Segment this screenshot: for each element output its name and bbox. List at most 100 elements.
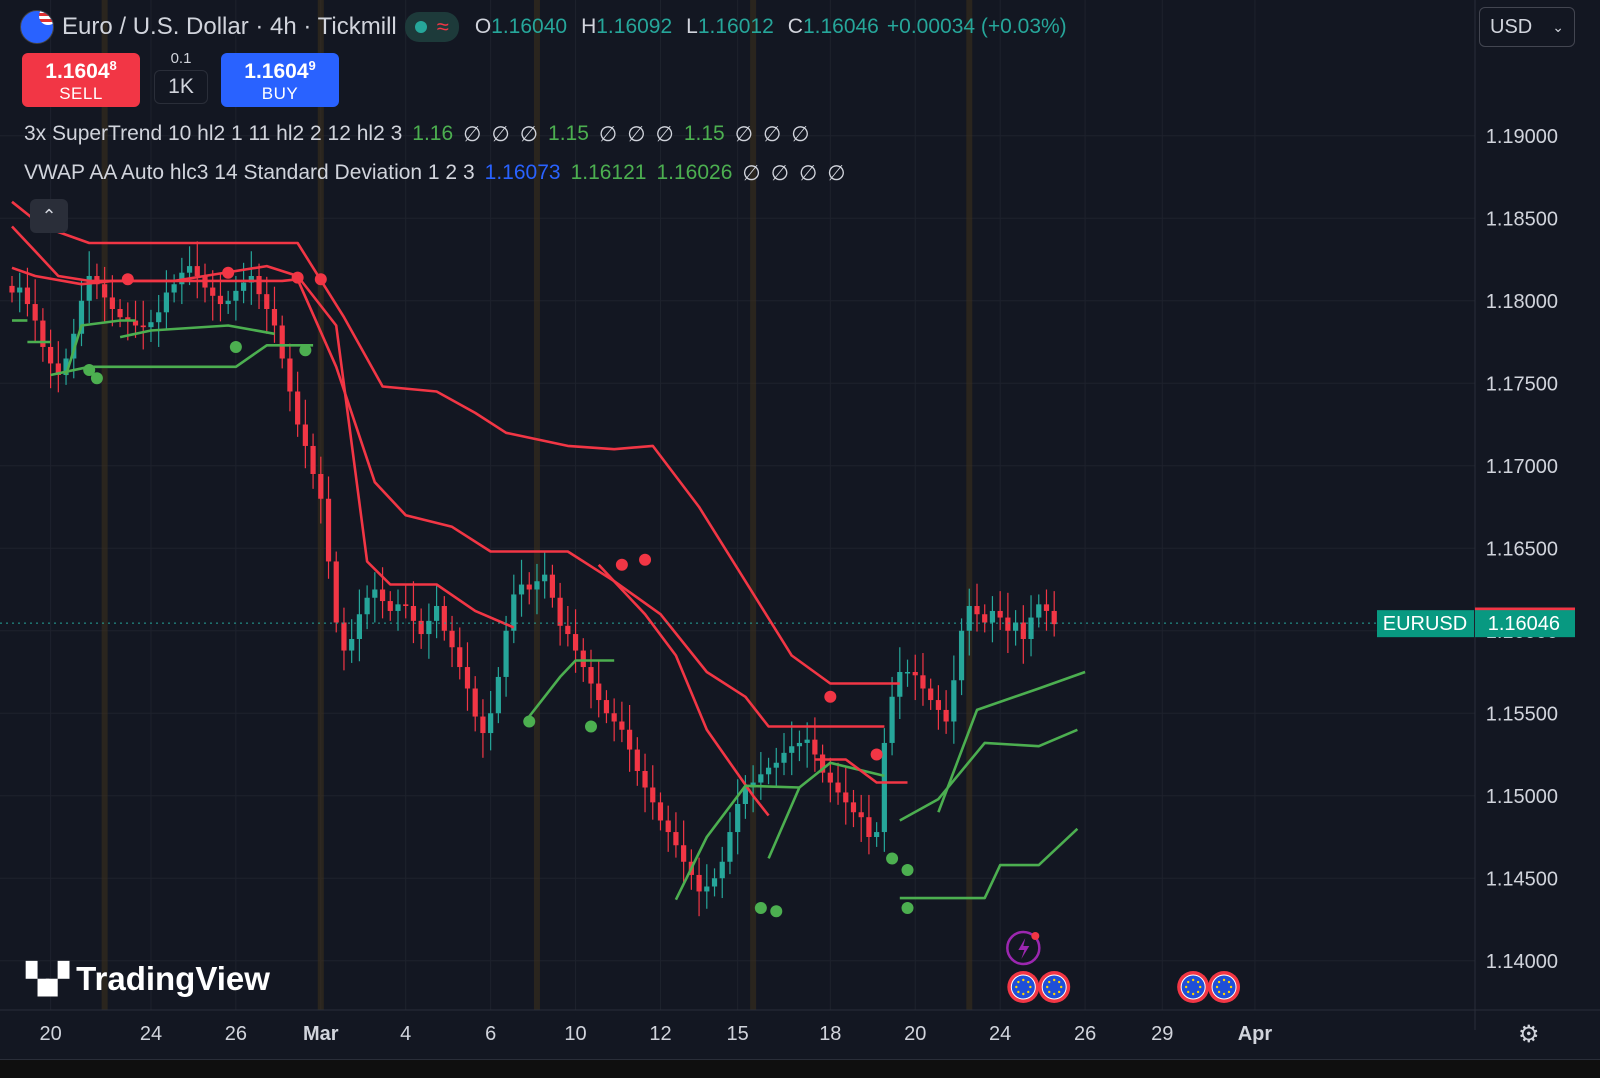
eu-star [1184,985,1188,989]
currency-select[interactable]: USD ⌄ [1479,7,1575,47]
indicator-value: 1.15 [548,122,589,145]
symbol-label: EURUSD [1383,613,1467,635]
eu-star [1060,985,1063,989]
candle-body [1013,622,1019,631]
candle-body [217,295,224,305]
candle-body [341,622,347,651]
signal-dot-down [870,748,883,761]
candle-body [24,287,31,305]
ohlc-value: 1.16046 [802,15,879,38]
time-tick-label: 20 [39,1023,61,1045]
indicator-value: 1.16026 [656,161,733,184]
candle-body [488,713,494,734]
indicator-vwap[interactable]: VWAP AA Auto hlc3 14 Standard Deviation … [24,161,846,186]
candle-body [843,792,849,803]
eu-star [1015,985,1018,989]
candle-body [904,672,911,674]
candle-body [526,584,532,590]
candle-body [665,820,671,833]
time-axis: 8202426Mar461012151820242629Apr [0,1009,1600,1045]
signal-dot-up [901,901,914,914]
supertrend-lines [11,200,1086,901]
candle-body [681,845,687,862]
ohlc-values: O1.16040 H1.16092 L1.16012 C1.16046 [475,15,879,39]
candle-body [503,630,509,677]
signal-dot-up [299,344,312,357]
candle-body [650,787,656,803]
eu-star [1017,980,1020,984]
candle-body [349,639,355,651]
ohlc-item: L1.16012 [686,15,774,39]
candle-body [310,445,316,474]
sell-label: SELL [59,84,103,103]
indicator-supertrend[interactable]: 3x SuperTrend 10 hl2 1 11 hl2 2 12 hl2 3… [24,122,810,147]
eu-star [1053,978,1056,982]
candle-body [719,861,725,879]
candle-body [395,604,401,611]
candle-body [156,312,162,323]
candle-body [796,742,803,747]
eu-star [1017,990,1020,994]
candle-body [1005,617,1011,631]
currency-value: USD [1490,15,1533,38]
signal-dot-down [639,553,652,566]
candle-body [210,287,216,296]
candle-body [256,276,262,295]
eu-star [1046,985,1049,989]
candle-body [1020,622,1026,639]
candle-body [171,284,177,293]
time-tick-label: 18 [819,1023,841,1045]
eu-star [1187,980,1190,984]
candle-body [1043,604,1050,611]
candle-body [472,688,478,717]
time-tick-label: 26 [225,1023,247,1045]
signal-dot-down [615,558,628,571]
candle-body [596,683,602,701]
ohlc-key: L [686,15,698,38]
candle-body [17,287,23,293]
candle-body [32,304,38,321]
signal-dot-up [229,340,242,353]
candle-body [140,325,146,328]
quantity-input[interactable]: 1K [154,70,208,104]
sell-button[interactable]: 1.16048 SELL [22,53,140,107]
indicator-value: 1.16 [412,122,454,145]
session-separator [750,0,757,1010]
candle-body [279,325,285,359]
ohlc-key: H [581,15,597,38]
candle-body [928,688,934,701]
symbol-title[interactable]: Euro / U.S. Dollar · 4h · Tickmill [62,13,397,41]
time-tick-label: 24 [989,1023,1011,1045]
indicator-value: ∅ [791,123,810,146]
eu-star [1222,992,1226,996]
session-separator [101,0,108,1010]
indicator-name: 3x SuperTrend 10 hl2 1 11 hl2 2 12 hl2 3 [24,122,403,145]
settings-icon[interactable]: ⚙ [1518,1020,1540,1049]
spread-value: 0.1 [170,50,192,67]
market-status[interactable]: ≈ [404,12,459,42]
indicator-value: ∅ [827,162,846,185]
indicator-value: ∅ [491,123,510,146]
eu-star [1022,992,1025,996]
eu-star [1196,980,1200,984]
candle-body [889,696,895,743]
collapse-legend-button[interactable]: ⌃ [30,199,68,233]
candle-body [271,309,278,326]
session-separator [966,0,973,1010]
logo-text: TradingView [76,960,270,997]
eu-star [1191,992,1195,996]
supertrend-down-line [597,563,770,817]
candle-body [1051,610,1057,625]
candle-body [518,584,525,595]
price-axis: 1.19000 1.18500 1.18000 1.17500 1.17000 1.165… [1377,0,1600,1077]
candle-body [611,713,617,722]
candle-body [318,474,324,499]
eu-star [1187,990,1190,994]
buy-button[interactable]: 1.16049 BUY [221,53,339,107]
eu-star [1191,978,1195,982]
eu-flag-icon [1211,974,1237,1000]
chart-grid [0,0,1475,1010]
candle-body [1028,617,1034,639]
chevron-down-icon: ⌄ [1552,18,1564,35]
eu-us-flag-icon [20,10,54,44]
